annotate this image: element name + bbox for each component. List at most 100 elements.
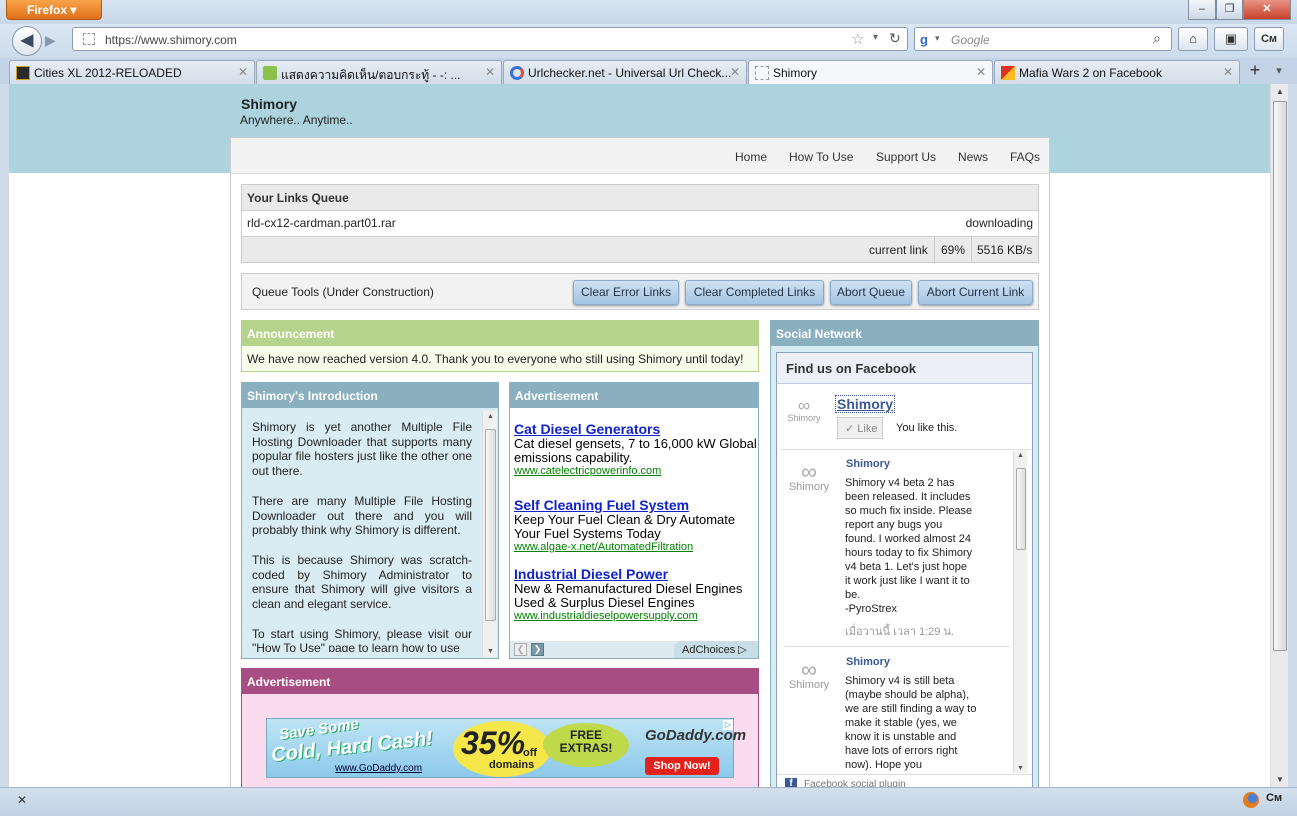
scroll-thumb[interactable] <box>485 429 496 621</box>
new-tab-button[interactable]: + <box>1242 60 1268 84</box>
url-bar[interactable]: https://www.shimory.com ☆ ▾ ↻ <box>72 27 908 51</box>
firefox-menu-button[interactable]: Firefox ▾ <box>6 0 102 20</box>
ad-footer: ❮ ❯ AdChoices ▷ <box>510 641 758 658</box>
menu-news[interactable]: News <box>958 150 988 164</box>
adchoices-icon[interactable]: ▷ <box>723 720 733 730</box>
divider <box>785 646 1009 647</box>
ad-next-icon[interactable]: ❯ <box>531 643 544 656</box>
abort-queue-button[interactable]: Abort Queue <box>830 280 912 305</box>
tab-bar: Cities XL 2012-RELOADED ✕ แสดงความคิดเห็… <box>0 58 1297 84</box>
forward-arrow-icon: ▶ <box>45 32 56 48</box>
firefox-sync-icon[interactable] <box>1243 792 1259 808</box>
cm-addon-icon: Cм <box>1260 33 1278 45</box>
search-bar[interactable]: g ▾ Google ⌕ <box>914 27 1172 51</box>
cm-addon-button[interactable]: Cм <box>1254 27 1284 51</box>
menu-how-to-use[interactable]: How To Use <box>789 150 853 164</box>
close-tab-icon[interactable]: ✕ <box>1223 65 1233 79</box>
ad-url[interactable]: www.industrialdieselpowersupply.com <box>514 610 757 622</box>
divider <box>781 449 1031 450</box>
ad-item[interactable]: Cat Diesel Generators Cat diesel gensets… <box>514 421 757 477</box>
close-addon-bar-icon[interactable]: ✕ <box>17 793 27 807</box>
fb-page-link[interactable]: Shimory <box>835 395 896 413</box>
check-icon: ✓ <box>845 423 855 435</box>
intro-body: Shimory is yet another Multiple File Hos… <box>252 420 472 652</box>
shop-now-button[interactable]: Shop Now! <box>645 757 719 775</box>
ad-title[interactable]: Industrial Diesel Power <box>514 566 757 582</box>
tab-shimory[interactable]: Shimory ✕ <box>748 60 993 84</box>
scroll-up-icon[interactable]: ▲ <box>1017 452 1024 459</box>
ad-url[interactable]: www.algae-x.net/AutomatedFiltration <box>514 541 757 553</box>
progress-percent: 69% <box>941 243 966 257</box>
bookmarks-button[interactable]: ▣ <box>1214 27 1248 51</box>
ad-item[interactable]: Self Cleaning Fuel System Keep Your Fuel… <box>514 497 757 553</box>
ad-description: Keep Your Fuel Clean & Dry Automate Your… <box>514 512 736 541</box>
social-heading: Social Network <box>771 321 1038 346</box>
ad-title[interactable]: Cat Diesel Generators <box>514 421 757 437</box>
tab-cities-xl[interactable]: Cities XL 2012-RELOADED ✕ <box>9 60 255 84</box>
post-author[interactable]: Shimory <box>846 458 890 470</box>
bookmark-star-icon[interactable]: ☆ <box>851 30 864 48</box>
abort-current-link-button[interactable]: Abort Current Link <box>918 280 1033 305</box>
banner-ad-panel: Advertisement Save Some Cold, Hard Cash!… <box>241 668 759 787</box>
minimize-button[interactable]: – <box>1188 0 1216 20</box>
queue-tools-label: Queue Tools (Under Construction) <box>252 285 434 299</box>
scroll-down-icon[interactable]: ▼ <box>1276 775 1284 784</box>
site-favicon <box>263 66 277 80</box>
back-button[interactable]: ◀ <box>12 26 42 56</box>
google-engine-icon[interactable]: g <box>920 32 928 47</box>
post-author[interactable]: Shimory <box>846 656 890 668</box>
scroll-down-icon[interactable]: ▼ <box>1017 765 1024 772</box>
intro-scrollbar[interactable]: ▲ ▼ <box>482 411 497 657</box>
scroll-up-icon[interactable]: ▲ <box>1276 87 1284 96</box>
ad-title[interactable]: Self Cleaning Fuel System <box>514 497 757 513</box>
adchoices-link[interactable]: AdChoices ▷ <box>674 641 758 658</box>
menu-home[interactable]: Home <box>735 150 767 164</box>
tab-label: Urlchecker.net - Universal Url Check... <box>528 66 732 80</box>
scroll-down-icon[interactable]: ▼ <box>487 648 494 655</box>
scroll-up-icon[interactable]: ▲ <box>487 413 494 420</box>
ad-url[interactable]: www.catelectricpowerinfo.com <box>514 465 757 477</box>
close-tab-icon[interactable]: ✕ <box>238 65 248 79</box>
close-tab-icon[interactable]: ✕ <box>730 65 740 79</box>
forward-button[interactable]: ▶ <box>45 32 63 50</box>
fb-plugin-text[interactable]: Facebook social plugin <box>804 779 906 787</box>
tab-list-dropdown-icon[interactable]: ▾ <box>1270 64 1288 77</box>
clear-completed-links-button[interactable]: Clear Completed Links <box>685 280 824 305</box>
home-button[interactable]: ⌂ <box>1178 27 1208 51</box>
menu-faqs[interactable]: FAQs <box>1010 150 1040 164</box>
ad-description: Cat diesel gensets, 7 to 16,000 kW Globa… <box>514 436 757 465</box>
reload-icon[interactable]: ↻ <box>889 30 901 47</box>
history-dropdown-icon[interactable]: ▾ <box>873 32 878 43</box>
scroll-thumb[interactable] <box>1273 101 1287 651</box>
search-icon[interactable]: ⌕ <box>1153 30 1161 47</box>
blank-page-icon <box>755 66 769 80</box>
cm-addon-icon[interactable]: Cм <box>1266 792 1282 804</box>
fb-plugin-footer: f Facebook social plugin <box>777 774 1032 787</box>
intro-paragraph: There are many Multiple File Hosting Dow… <box>252 493 472 538</box>
clear-error-links-button[interactable]: Clear Error Links <box>573 280 679 305</box>
discount-percent: 35% <box>461 725 526 761</box>
close-tab-icon[interactable]: ✕ <box>976 65 986 79</box>
tab-urlchecker[interactable]: Urlchecker.net - Universal Url Check... … <box>503 60 747 84</box>
godaddy-banner[interactable]: Save Some Cold, Hard Cash! www.GoDaddy.c… <box>266 716 746 778</box>
page-scrollbar[interactable]: ▲ ▼ <box>1270 84 1288 787</box>
announcement-heading: Announcement <box>242 321 758 346</box>
site-favicon <box>510 66 524 80</box>
post-time[interactable]: เมื่อวานนี้ เวลา 1:29 น. <box>845 622 954 640</box>
adchoices-label: AdChoices <box>682 644 736 656</box>
maximize-button[interactable]: ❐ <box>1216 0 1243 20</box>
like-button[interactable]: ✓ Like <box>837 417 883 439</box>
tab-mafia-wars[interactable]: Mafia Wars 2 on Facebook ✕ <box>994 60 1240 84</box>
tab-label: แสดงความคิดเห็น/ตอบกระทู้ - -: ... <box>281 68 461 82</box>
engine-dropdown-icon[interactable]: ▾ <box>935 33 940 44</box>
page-identity-icon[interactable] <box>83 33 95 45</box>
ad-prev-icon[interactable]: ❮ <box>514 643 527 656</box>
close-window-button[interactable]: ✕ <box>1243 0 1291 20</box>
fb-stream-scrollbar[interactable]: ▲ ▼ <box>1013 451 1027 773</box>
content-container: Home How To Use Support Us News FAQs You… <box>230 137 1050 787</box>
scroll-thumb[interactable] <box>1016 468 1026 550</box>
menu-support-us[interactable]: Support Us <box>876 150 936 164</box>
ad-item[interactable]: Industrial Diesel Power New & Remanufact… <box>514 566 757 622</box>
close-tab-icon[interactable]: ✕ <box>485 65 495 79</box>
tab-thai-forum[interactable]: แสดงความคิดเห็น/ตอบกระทู้ - -: ... ✕ <box>256 60 502 84</box>
